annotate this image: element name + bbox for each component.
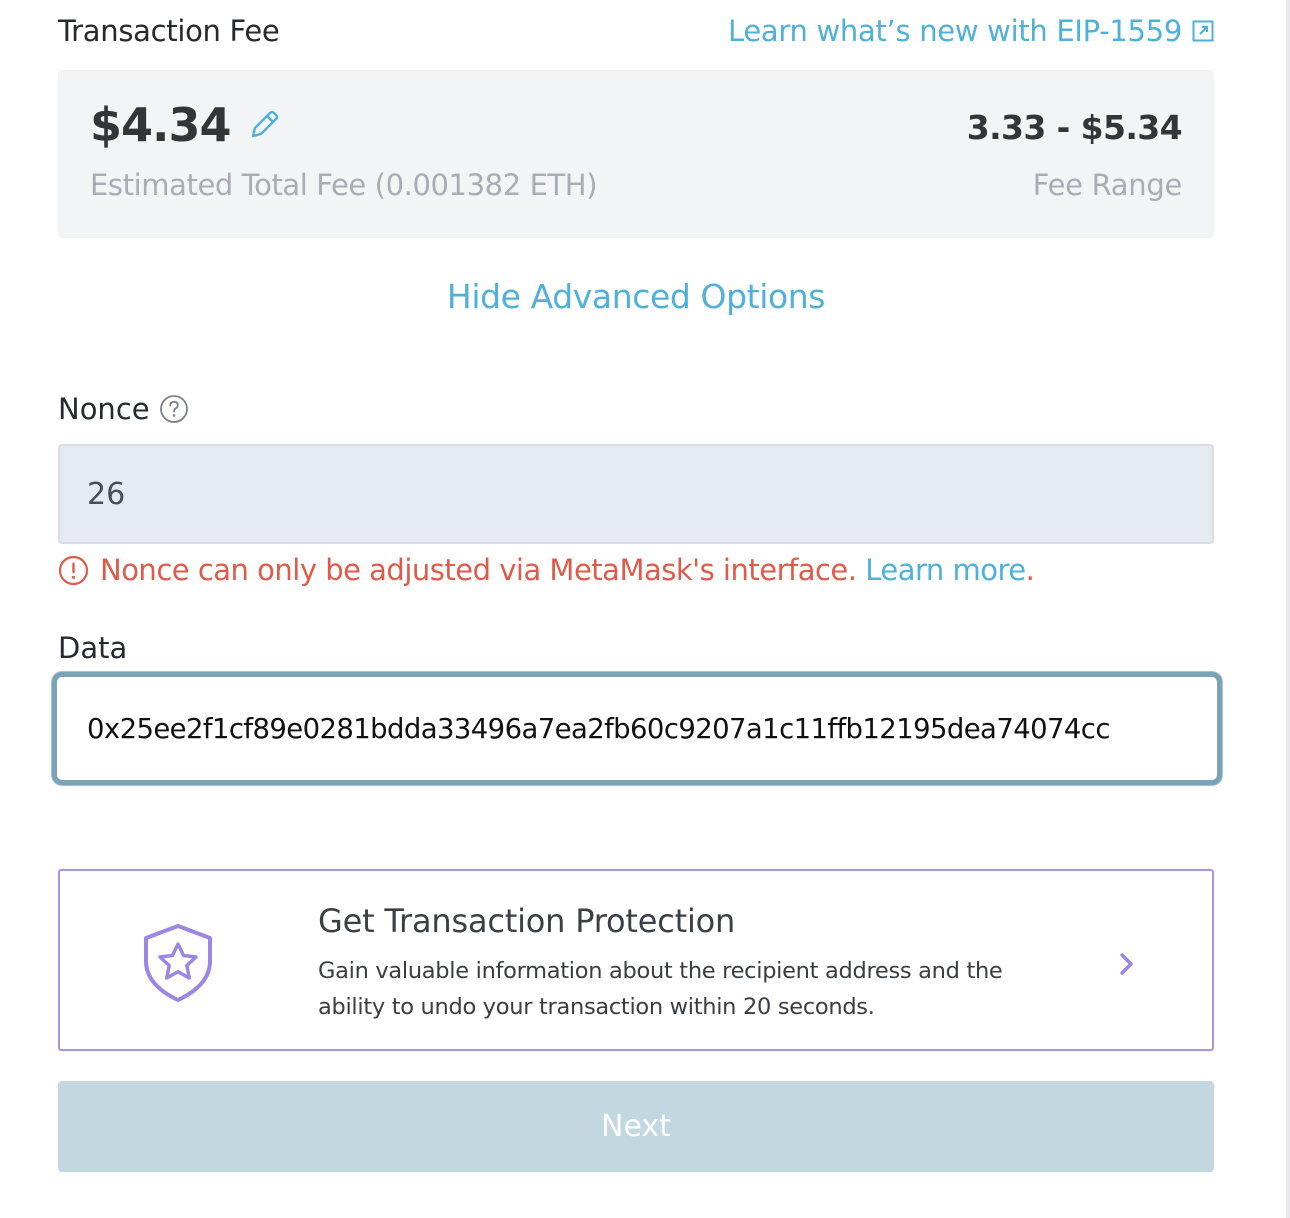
transaction-fee-title: Transaction Fee [58,14,280,48]
exclamation-circle-icon [58,555,89,585]
eip-link-label: Learn what’s new with EIP-1559 [728,14,1182,48]
question-circle-icon[interactable] [159,394,189,424]
protection-title: Get Transaction Protection [318,902,736,940]
scrollbar-track [1286,0,1290,1218]
fee-range-value: 3.33 - $5.34 [966,108,1183,147]
nonce-error-message: Nonce can only be adjusted via MetaMask'… [58,553,1035,587]
nonce-value: 26 [87,476,126,512]
nonce-error-text: Nonce can only be adjusted via MetaMask'… [100,553,857,587]
data-label: Data [58,631,128,665]
protection-description: Gain valuable information about the reci… [318,958,1003,1020]
nonce-error-period: . [1025,553,1035,587]
eip-1559-link[interactable]: Learn what’s new with EIP-1559 [728,14,1214,48]
next-button[interactable]: Next [58,1081,1214,1172]
data-input[interactable] [87,712,1187,745]
shield-star-icon [144,924,212,1002]
fee-summary-card: $4.34 Estimated Total Fee (0.001382 ETH)… [58,70,1214,238]
hide-advanced-options-link[interactable]: Hide Advanced Options [0,277,1272,316]
external-link-icon [1192,20,1214,42]
fee-amount: $4.34 [90,98,281,152]
data-field-container [52,672,1222,785]
nonce-field[interactable]: 26 [58,444,1214,544]
chevron-right-icon[interactable] [1116,951,1138,977]
transaction-protection-card[interactable]: Get Transaction Protection Gain valuable… [58,869,1214,1051]
learn-more-link[interactable]: Learn more [865,553,1026,587]
fee-amount-value: $4.34 [90,98,232,152]
estimated-total-fee: Estimated Total Fee (0.001382 ETH) [90,168,598,202]
pencil-icon[interactable] [247,108,281,142]
nonce-label-text: Nonce [58,392,150,426]
nonce-label: Nonce [58,392,189,426]
fee-range-label: Fee Range [1032,168,1183,202]
